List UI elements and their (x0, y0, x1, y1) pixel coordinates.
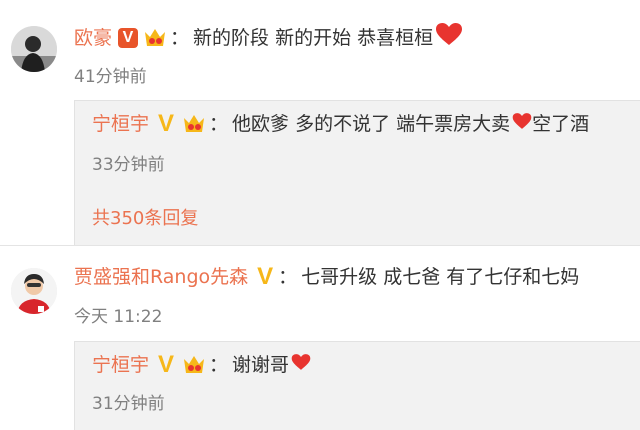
avatar[interactable] (11, 26, 57, 72)
colon: ： (209, 354, 229, 376)
reply-time: 33分钟前 (92, 155, 165, 175)
more-replies-link[interactable]: 共350条回复 (92, 204, 198, 230)
comment-text: 七哥升级 成七爸 有了七仔和七妈 (301, 266, 580, 288)
comment-item: 欧豪 ： 新的阶段 新的开始 恭喜桓桓 41分钟前 宁桓宇 (0, 0, 640, 246)
comment-time: 今天 11:22 (74, 307, 163, 327)
reply-username[interactable]: 宁桓宇 (92, 352, 149, 378)
colon: ： (170, 26, 190, 49)
vip-crown-icon (181, 112, 207, 136)
verified-badge-icon (155, 113, 177, 135)
heart-icon (512, 111, 532, 137)
vip-crown-icon (181, 353, 207, 377)
comment-text: 新的阶段 新的开始 恭喜桓桓 (193, 26, 434, 49)
colon: ： (209, 113, 229, 135)
verified-badge-icon (155, 354, 177, 376)
reply-text: 他欧爹 多的不说了 端午票房大卖 (232, 113, 511, 135)
comment-item: 贾盛强和Rango先森 ： 七哥升级 成七爸 有了七仔和七妈 今天 11:22 … (0, 246, 640, 430)
colon: ： (278, 266, 298, 288)
verified-badge-icon (254, 266, 276, 288)
reply-box: 宁桓宇 ： 他欧爹 多的不说了 端午票房大卖 空了酒 33分钟前 共350条回复 (74, 100, 640, 246)
reply-text: 谢谢哥 (232, 354, 290, 376)
reply-time: 31分钟前 (92, 394, 165, 414)
avatar[interactable] (11, 268, 57, 314)
username[interactable]: 欧豪 (74, 25, 112, 51)
verified-badge-icon (118, 27, 139, 48)
reply-username[interactable]: 宁桓宇 (92, 111, 149, 137)
heart-icon (291, 352, 311, 378)
username[interactable]: 贾盛强和Rango先森 (74, 264, 248, 290)
reply-text-continued: 空了酒 (532, 113, 590, 135)
vip-crown-icon (142, 26, 168, 50)
heart-icon (435, 22, 463, 53)
comment-time: 41分钟前 (74, 67, 147, 87)
reply-box: 宁桓宇 ： 谢谢哥 31分钟前 (74, 341, 640, 430)
